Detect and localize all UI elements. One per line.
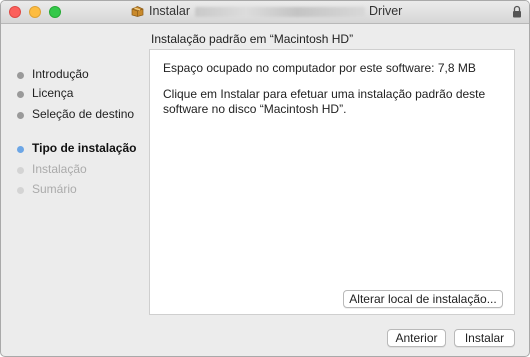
step-label: Licença <box>32 86 74 100</box>
instruction-text: Clique em Instalar para efetuar uma inst… <box>163 87 486 116</box>
step-label: Instalação <box>32 162 87 176</box>
step-status-dot <box>17 187 24 194</box>
step-status-dot <box>17 146 24 153</box>
step-status-dot <box>17 72 24 79</box>
space-required-text: Espaço ocupado no computador por este so… <box>163 61 476 75</box>
installer-window: Instalar Driver Instalação padrão em “Ma… <box>0 0 530 357</box>
zoom-window-button[interactable] <box>49 6 61 18</box>
back-button[interactable]: Anterior <box>387 329 446 347</box>
step-status-dot <box>17 112 24 119</box>
content-panel: Espaço ocupado no computador por este so… <box>149 49 515 315</box>
step-status-dot <box>17 167 24 174</box>
step-label: Introdução <box>32 67 89 81</box>
package-icon <box>131 6 144 17</box>
install-button[interactable]: Instalar <box>454 329 515 347</box>
step-label: Sumário <box>32 182 77 196</box>
redacted-product-name <box>195 7 365 17</box>
step-label: Tipo de instalação <box>32 141 137 155</box>
window-title: Instalar Driver <box>131 4 421 20</box>
step-status-dot <box>17 91 24 98</box>
close-window-button[interactable] <box>9 6 21 18</box>
window-title-prefix: Instalar <box>149 4 190 18</box>
pane-title: Instalação padrão em “Macintosh HD” <box>151 32 354 46</box>
step-label: Seleção de destino <box>32 107 135 121</box>
change-install-location-button[interactable]: Alterar local de instalação... <box>343 290 503 308</box>
window-title-suffix: Driver <box>369 4 403 18</box>
lock-icon <box>513 5 521 18</box>
title-bar[interactable]: Instalar Driver <box>1 1 529 24</box>
minimize-window-button[interactable] <box>29 6 41 18</box>
